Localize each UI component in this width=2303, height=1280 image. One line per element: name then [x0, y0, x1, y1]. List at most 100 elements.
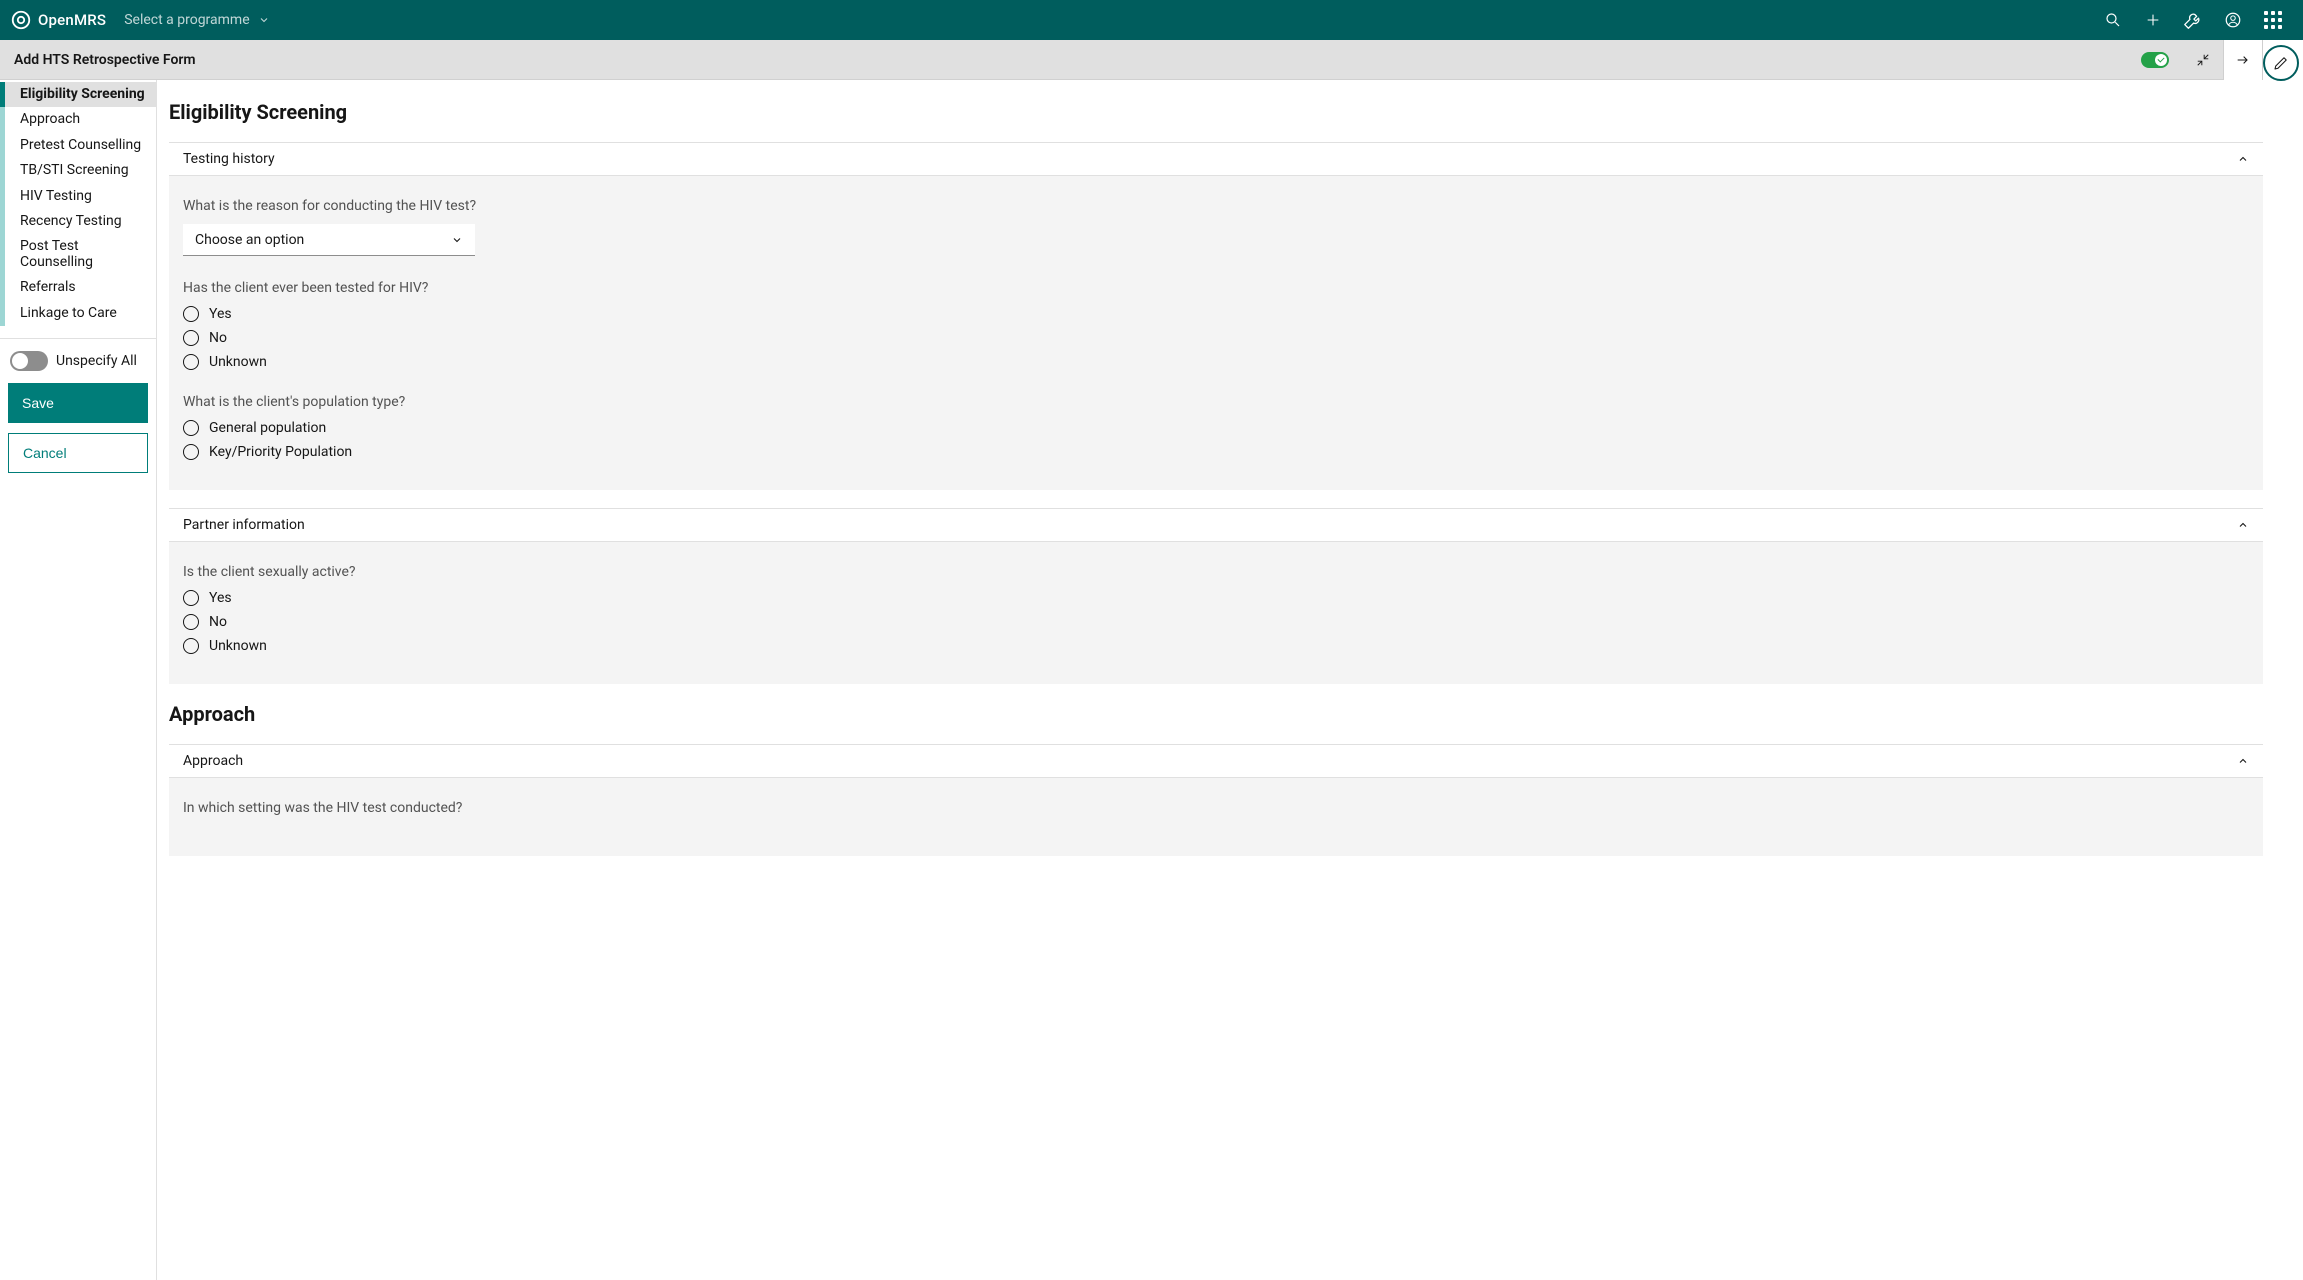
sidebar-item-pretest-counselling[interactable]: Pretest Counselling	[0, 133, 156, 158]
radio-label: Unknown	[209, 354, 267, 370]
search-button[interactable]	[2093, 0, 2133, 40]
cancel-button[interactable]: Cancel	[8, 433, 148, 473]
radio-label: No	[209, 614, 227, 630]
chevron-up-icon	[2237, 519, 2249, 531]
radio-group-sexually-active: Yes No Unknown	[183, 590, 2249, 654]
radio-yes[interactable]: Yes	[183, 306, 2249, 322]
section-title-approach: Approach	[169, 702, 2263, 726]
panel-header-partner-information[interactable]: Partner information	[169, 508, 2263, 542]
question-reason-for-test: What is the reason for conducting the HI…	[183, 198, 2249, 256]
sidebar-item-label: Recency Testing	[20, 213, 122, 229]
question-population-type: What is the client's population type? Ge…	[183, 394, 2249, 460]
sidebar-item-referrals[interactable]: Referrals	[0, 275, 156, 300]
question-label: Is the client sexually active?	[183, 564, 2249, 580]
radio-label: Yes	[209, 306, 232, 322]
topbar-actions	[2093, 0, 2293, 40]
add-button[interactable]	[2133, 0, 2173, 40]
pencil-icon	[2272, 54, 2290, 72]
next-button[interactable]	[2223, 40, 2263, 80]
panel-header-approach[interactable]: Approach	[169, 744, 2263, 778]
unspecify-all-row: Unspecify All	[0, 339, 156, 383]
radio-icon	[183, 638, 199, 654]
radio-label: No	[209, 330, 227, 346]
section-title-eligibility: Eligibility Screening	[169, 100, 2263, 124]
radio-key-priority-population[interactable]: Key/Priority Population	[183, 444, 2249, 460]
main-layout: Eligibility Screening Approach Pretest C…	[0, 80, 2263, 1280]
right-gutter	[2263, 40, 2303, 1280]
tools-button[interactable]	[2173, 0, 2213, 40]
user-button[interactable]	[2213, 0, 2253, 40]
edit-floating-button[interactable]	[2263, 45, 2299, 81]
brand-logo[interactable]: OpenMRS	[10, 9, 106, 31]
subheader: Add HTS Retrospective Form	[0, 40, 2263, 80]
radio-label: Yes	[209, 590, 232, 606]
nav-list: Eligibility Screening Approach Pretest C…	[0, 82, 156, 326]
panel-body-partner-information: Is the client sexually active? Yes No Un…	[169, 542, 2263, 684]
radio-icon	[183, 590, 199, 606]
save-button[interactable]: Save	[8, 383, 148, 423]
radio-group-tested-before: Yes No Unknown	[183, 306, 2249, 370]
chevron-up-icon	[2237, 755, 2249, 767]
radio-icon	[183, 614, 199, 630]
toggle-knob-icon	[2155, 54, 2167, 66]
chevron-down-icon	[451, 234, 463, 246]
question-label: What is the reason for conducting the HI…	[183, 198, 2249, 214]
openmrs-logo-icon	[10, 9, 32, 31]
panel-header-label: Testing history	[183, 151, 275, 167]
unspecify-all-label: Unspecify All	[56, 353, 137, 369]
page-title: Add HTS Retrospective Form	[14, 52, 196, 68]
program-selector[interactable]: Select a programme	[124, 12, 269, 28]
sidebar-item-eligibility-screening[interactable]: Eligibility Screening	[0, 82, 156, 107]
panel-approach: Approach In which setting was the HIV te…	[169, 744, 2263, 856]
radio-group-population-type: General population Key/Priority Populati…	[183, 420, 2249, 460]
radio-icon	[183, 330, 199, 346]
sidebar-item-linkage-to-care[interactable]: Linkage to Care	[0, 301, 156, 326]
radio-general-population[interactable]: General population	[183, 420, 2249, 436]
sidebar-item-hiv-testing[interactable]: HIV Testing	[0, 184, 156, 209]
sidebar-item-label: Pretest Counselling	[20, 137, 141, 153]
question-label: Has the client ever been tested for HIV?	[183, 280, 2249, 296]
radio-label: General population	[209, 420, 326, 436]
radio-label: Unknown	[209, 638, 267, 654]
sidebar-item-label: TB/STI Screening	[20, 162, 129, 178]
question-label: In which setting was the HIV test conduc…	[183, 800, 2249, 816]
sidebar-item-label: Referrals	[20, 279, 76, 295]
dropdown-placeholder: Choose an option	[195, 232, 304, 248]
sidebar-item-label: HIV Testing	[20, 188, 92, 204]
panel-body-approach: In which setting was the HIV test conduc…	[169, 778, 2263, 856]
content: Eligibility Screening Testing history Wh…	[157, 80, 2263, 1280]
topbar: OpenMRS Select a programme	[0, 0, 2303, 40]
program-selector-label: Select a programme	[124, 12, 249, 28]
search-icon	[2104, 11, 2122, 29]
radio-no[interactable]: No	[183, 614, 2249, 630]
radio-unknown[interactable]: Unknown	[183, 354, 2249, 370]
apps-grid-icon	[2264, 11, 2282, 29]
unspecify-all-toggle[interactable]	[10, 351, 48, 371]
sidebar-item-label: Eligibility Screening	[20, 86, 145, 102]
question-label: What is the client's population type?	[183, 394, 2249, 410]
brand-name: OpenMRS	[38, 11, 106, 29]
sidebar-buttons: Save Cancel	[0, 383, 156, 473]
collapse-button[interactable]	[2183, 40, 2223, 80]
radio-unknown[interactable]: Unknown	[183, 638, 2249, 654]
user-avatar-icon	[2224, 11, 2242, 29]
sidebar-item-recency-testing[interactable]: Recency Testing	[0, 209, 156, 234]
sidebar-item-tb-sti-screening[interactable]: TB/STI Screening	[0, 158, 156, 183]
radio-no[interactable]: No	[183, 330, 2249, 346]
sidebar-item-approach[interactable]: Approach	[0, 107, 156, 132]
question-sexually-active: Is the client sexually active? Yes No Un…	[183, 564, 2249, 654]
sidebar-item-post-test-counselling[interactable]: Post Test Counselling	[0, 234, 156, 275]
collapse-icon	[2196, 53, 2210, 67]
radio-icon	[183, 354, 199, 370]
wrench-icon	[2182, 9, 2204, 31]
sidebar-item-label: Post Test Counselling	[20, 238, 93, 269]
arrow-right-icon	[2235, 52, 2251, 68]
apps-button[interactable]	[2253, 0, 2293, 40]
panel-body-testing-history: What is the reason for conducting the HI…	[169, 176, 2263, 490]
form-toggle[interactable]	[2141, 52, 2169, 68]
panel-header-label: Partner information	[183, 517, 305, 533]
radio-yes[interactable]: Yes	[183, 590, 2249, 606]
reason-dropdown[interactable]: Choose an option	[183, 224, 475, 256]
panel-header-testing-history[interactable]: Testing history	[169, 142, 2263, 176]
radio-icon	[183, 444, 199, 460]
